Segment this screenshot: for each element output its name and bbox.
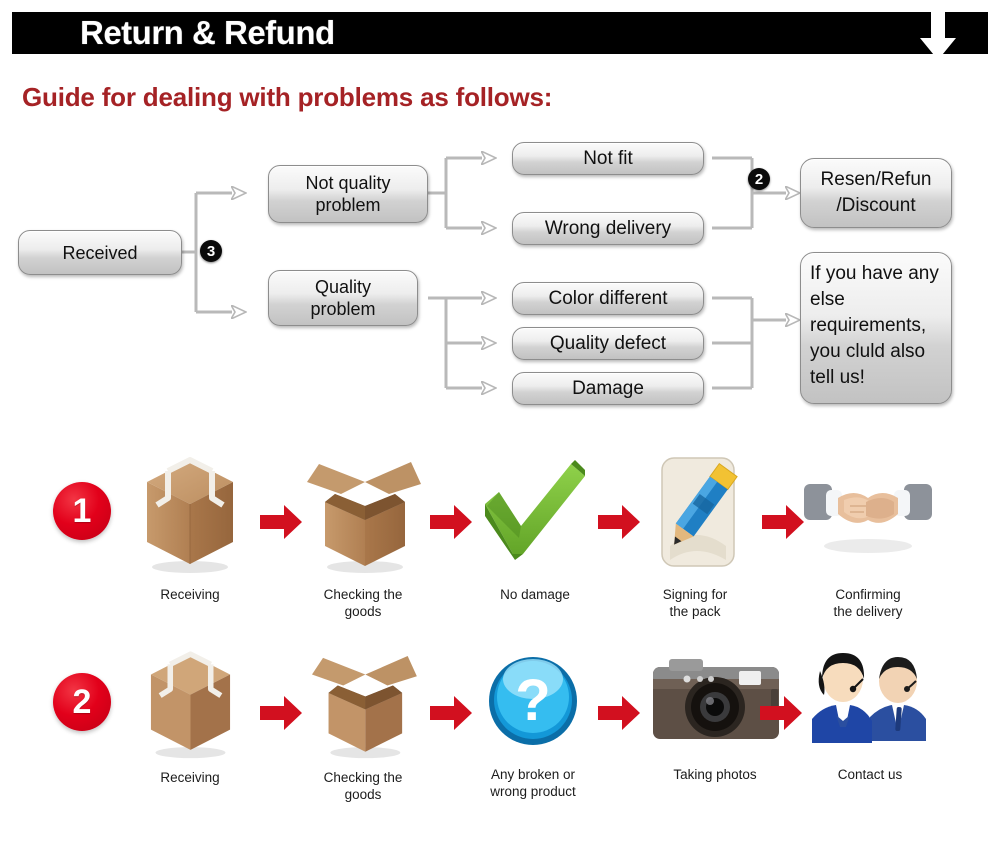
process-step: No damage bbox=[470, 450, 600, 603]
node-wrong-delivery[interactable]: Wrong delivery bbox=[512, 212, 704, 245]
red-arrow-right-icon bbox=[428, 502, 474, 542]
support-agents-icon bbox=[800, 645, 940, 762]
step-caption: Contact us bbox=[837, 767, 903, 782]
process-step: Receiving bbox=[125, 450, 255, 603]
process-step: Contact us bbox=[800, 645, 940, 783]
process-step: Receiving bbox=[125, 645, 255, 786]
green-check-icon bbox=[470, 450, 600, 580]
step-caption: Receiving bbox=[160, 587, 220, 602]
node-resend-refund-discount[interactable]: Resen/Refun /Discount bbox=[800, 158, 952, 228]
process-step: Confirming the delivery bbox=[798, 450, 938, 620]
process-row-1: 1 Receiving Checking the goods No damage… bbox=[0, 450, 1000, 645]
step-caption: Signing for the pack bbox=[662, 587, 728, 619]
red-arrow-right-icon bbox=[758, 693, 804, 733]
node-received[interactable]: Received bbox=[18, 230, 182, 275]
step-caption: No damage bbox=[500, 587, 570, 602]
node-not-fit[interactable]: Not fit bbox=[512, 142, 704, 175]
node-extra-requirements[interactable]: If you have any else requirements, you c… bbox=[800, 252, 952, 404]
node-quality-defect[interactable]: Quality defect bbox=[512, 327, 704, 360]
process-step: Signing for the pack bbox=[630, 450, 760, 620]
step-number-2: 2 bbox=[53, 673, 111, 731]
svg-text:?: ? bbox=[515, 668, 550, 733]
flowchart: Received Not quality problem Quality pro… bbox=[0, 130, 1000, 430]
node-color-different[interactable]: Color different bbox=[512, 282, 704, 315]
pencil-sign-icon bbox=[630, 450, 760, 580]
process-row-2: 2 Receiving Checking the goods ? Any bro… bbox=[0, 645, 1000, 841]
sealed-box-icon bbox=[125, 450, 255, 580]
badge-three: 3 bbox=[200, 240, 222, 262]
handshake-icon bbox=[798, 450, 938, 580]
open-box-icon bbox=[298, 450, 428, 580]
step-caption: Any broken or wrong product bbox=[490, 767, 576, 799]
page-root: Return & Refund Guide for dealing with p… bbox=[0, 0, 1000, 841]
open-box-icon bbox=[298, 645, 428, 765]
process-step: Checking the goods bbox=[298, 645, 428, 803]
badge-two: 2 bbox=[748, 168, 770, 190]
process-step: ? Any broken or wrong product bbox=[468, 645, 598, 800]
node-damage[interactable]: Damage bbox=[512, 372, 704, 405]
step-number-1: 1 bbox=[53, 482, 111, 540]
blue-question-icon: ? bbox=[468, 645, 598, 762]
step-caption: Confirming the delivery bbox=[833, 587, 903, 619]
step-caption: Receiving bbox=[160, 770, 220, 785]
step-caption: Taking photos bbox=[673, 767, 757, 782]
arrow-down-icon bbox=[916, 8, 960, 64]
sealed-box-icon bbox=[125, 645, 255, 765]
step-caption: Checking the goods bbox=[323, 770, 403, 802]
node-quality-problem[interactable]: Quality problem bbox=[268, 270, 418, 326]
node-not-quality-problem[interactable]: Not quality problem bbox=[268, 165, 428, 223]
page-title: Return & Refund bbox=[80, 14, 335, 51]
step-caption: Checking the goods bbox=[323, 587, 403, 619]
process-step: Checking the goods bbox=[298, 450, 428, 620]
guide-heading: Guide for dealing with problems as follo… bbox=[22, 82, 553, 112]
